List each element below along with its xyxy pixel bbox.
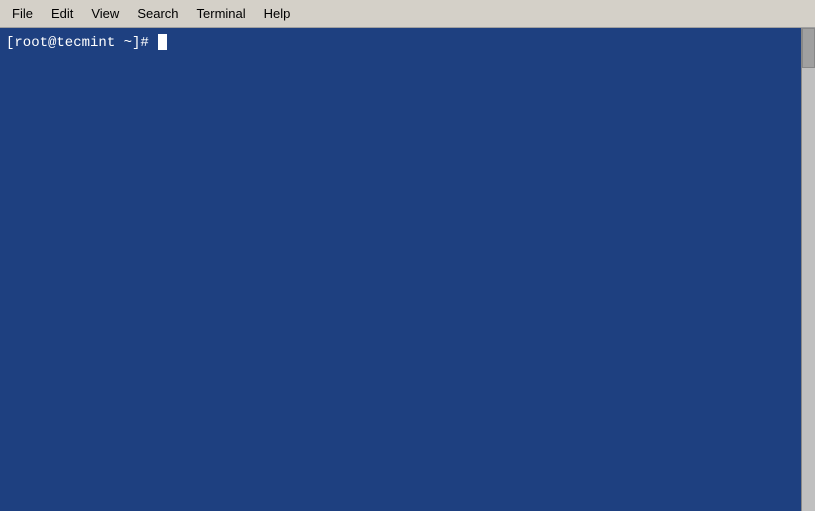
terminal-area[interactable]: [root@tecmint ~]# [0, 28, 815, 511]
menu-edit[interactable]: Edit [43, 3, 81, 24]
terminal-cursor [158, 34, 167, 50]
menu-help[interactable]: Help [256, 3, 299, 24]
terminal-prompt: [root@tecmint ~]# [6, 34, 157, 54]
menu-file[interactable]: File [4, 3, 41, 24]
menu-bar: File Edit View Search Terminal Help [0, 0, 815, 28]
menu-search[interactable]: Search [129, 3, 186, 24]
menu-terminal[interactable]: Terminal [189, 3, 254, 24]
terminal-content: [root@tecmint ~]# [6, 34, 809, 54]
scrollbar[interactable] [801, 28, 815, 511]
menu-view[interactable]: View [83, 3, 127, 24]
scrollbar-thumb[interactable] [802, 28, 815, 68]
